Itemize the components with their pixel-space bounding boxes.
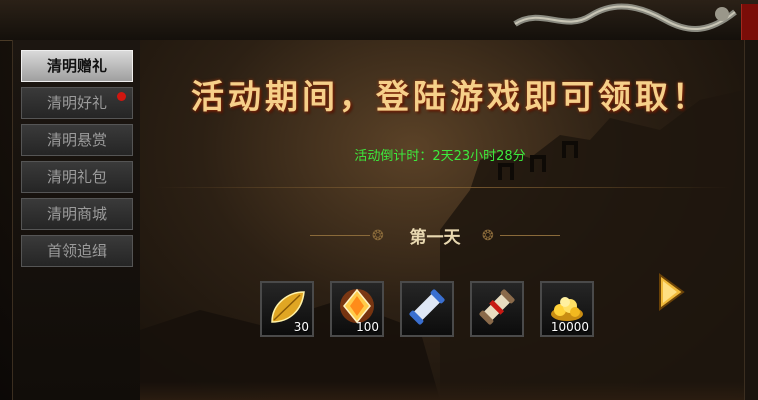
sidebar: 清明赠礼 清明好礼 清明悬赏 清明礼包 清明商城 首领追缉: [12, 40, 142, 400]
sidebar-item-qingming-bounty[interactable]: 清明悬赏: [21, 124, 133, 156]
window-right-frame: [744, 40, 758, 400]
red-scroll-icon: [479, 289, 515, 325]
event-headline: 活动期间，登陆游戏即可领取！: [191, 77, 709, 116]
sidebar-item-qingming-good-gift[interactable]: 清明好礼: [21, 87, 133, 119]
divider-line-right: [500, 235, 560, 236]
item-count: 100: [356, 320, 379, 334]
sidebar-item-qingming-gift[interactable]: 清明赠礼: [21, 50, 133, 82]
item-count: 10000: [550, 320, 589, 334]
main-panel: 活动期间，登陆游戏即可领取！ 活动倒计时：2天23小时28分 ❂ 第一天 ❂ 3…: [140, 40, 745, 400]
sidebar-item-label: 清明好礼: [46, 94, 107, 112]
bottom-decor: [140, 382, 745, 400]
window-top-frame: [0, 0, 758, 41]
blue-scroll-icon: [409, 289, 445, 325]
reward-slot[interactable]: [400, 281, 454, 337]
sidebar-item-boss-hunt[interactable]: 首领追缉: [21, 235, 133, 267]
reward-slot[interactable]: [470, 281, 524, 337]
sidebar-item-label: 首领追缉: [46, 242, 107, 260]
close-button[interactable]: [741, 4, 758, 40]
notification-dot-icon: [117, 92, 126, 101]
sidebar-item-label: 清明礼包: [46, 168, 107, 186]
reward-slot[interactable]: 30: [260, 281, 314, 337]
sidebar-item-label: 清明悬赏: [46, 131, 107, 149]
sidebar-item-label: 清明赠礼: [46, 57, 107, 75]
next-arrow-button[interactable]: [656, 272, 686, 312]
day-title: 第一天: [409, 228, 461, 248]
divider-line-left: [310, 235, 370, 236]
sidebar-item-qingming-shop[interactable]: 清明商城: [21, 198, 133, 230]
dragon-ornament-icon: [513, 3, 737, 33]
section-divider: [155, 187, 730, 188]
event-window: 清明赠礼 清明好礼 清明悬赏 清明礼包 清明商城 首领追缉 活动期间，登陆游戏即…: [0, 0, 758, 400]
swirl-ornament-icon: ❂: [372, 228, 384, 244]
countdown-timer: 活动倒计时：2天23小时28分: [354, 149, 526, 164]
sidebar-item-label: 清明商城: [46, 205, 107, 223]
day-header: ❂ 第一天 ❂: [310, 223, 560, 249]
sidebar-item-qingming-pack[interactable]: 清明礼包: [21, 161, 133, 193]
swirl-ornament-icon: ❂: [482, 228, 494, 244]
reward-slot[interactable]: 10000: [540, 281, 594, 337]
item-count: 30: [293, 320, 309, 334]
reward-slot[interactable]: 100: [330, 281, 384, 337]
